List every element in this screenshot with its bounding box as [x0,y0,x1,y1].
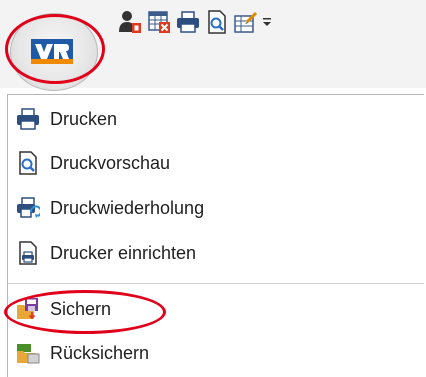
highlight-circle-app-button [5,14,105,84]
highlight-circle-sichern [4,290,166,334]
customize-toolbar-icon[interactable] [260,10,274,34]
user-permission-icon[interactable] [118,10,142,34]
menu-item-drucken[interactable]: Drucken [8,99,424,139]
bulk-edit-icon[interactable] [234,10,258,34]
calendar-delete-icon[interactable] [147,10,171,34]
application-menu: Drucken Druckvorschau Druckwiederholung … [7,94,424,377]
print-preview-icon [19,151,37,175]
menu-item-label: Drucker einrichten [50,243,197,263]
printer-icon [17,108,39,130]
menu-item-druckvorschau[interactable]: Druckvorschau [8,143,424,183]
menu-item-ruecksichern[interactable]: Rücksichern [8,333,424,373]
print-repeat-icon [17,197,40,218]
menu-item-label: Rücksichern [50,343,150,363]
restore-backup-icon [17,344,40,364]
menu-item-label: Druckvorschau [50,153,171,173]
printer-setup-icon [19,241,37,265]
printer-icon[interactable] [176,10,200,34]
print-preview-icon[interactable] [205,10,229,34]
menu-item-label: Druckwiederholung [50,198,205,218]
menu-item-druckwiederholung[interactable]: Druckwiederholung [8,188,424,228]
menu-separator [8,283,424,284]
quick-access-toolbar [0,0,426,91]
menu-item-drucker-einrichten[interactable]: Drucker einrichten [8,233,424,273]
menu-item-label: Drucken [50,109,118,129]
